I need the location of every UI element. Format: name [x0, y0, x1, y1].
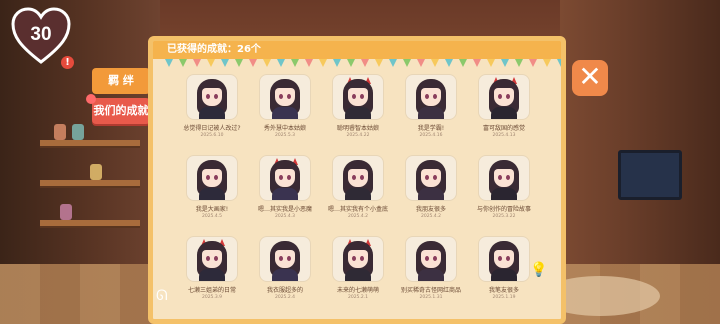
tab-achievements[interactable]: 我们的成就: [86, 94, 150, 124]
achievement-title: 秀外慧中本姑娘: [263, 125, 306, 132]
achievement-card[interactable]: 我笔友很多 2025.1.19: [471, 236, 537, 308]
achievement-title: 我衣服超多的: [266, 287, 303, 294]
character-portrait: [478, 236, 530, 282]
achievement-card[interactable]: 七濑三姐弟的日常 2025.3.9: [179, 236, 245, 308]
jar: [54, 124, 66, 140]
character-portrait: [332, 155, 384, 201]
achievement-date: 2025.4.2: [420, 214, 442, 219]
lightbulb-icon: 💡: [530, 262, 548, 278]
tab-bond[interactable]: 羁 绊: [92, 68, 150, 94]
achievements-panel: 已获得的成就：26个 总觉得日记被人改过? 2025.6.10 秀外慧中本姑娘 202…: [148, 36, 566, 324]
character-portrait: [478, 74, 530, 120]
shelf: [40, 140, 140, 146]
achievement-card[interactable]: 聪明睿智本姑娘 2025.4.22: [325, 74, 391, 146]
achievement-title: 我是学霸!: [417, 125, 445, 132]
achievement-date: 2025.4.3: [274, 214, 296, 219]
character-portrait: [332, 236, 384, 282]
achievement-date: 2025.1.31: [419, 295, 443, 300]
alert-badge[interactable]: !: [61, 56, 74, 69]
achievement-date: 2025.2.1: [347, 295, 369, 300]
achievement-title: 我是大画家!: [195, 206, 229, 213]
achievement-date: 2025.4.13: [492, 133, 516, 138]
jar: [90, 164, 102, 180]
achievement-title: 嗯…其实我有个小盒底: [327, 206, 388, 213]
tv-decoration: [618, 150, 682, 200]
achievement-card[interactable]: 富可敌国的感觉 2025.4.13: [471, 74, 537, 146]
achievement-title: 我朋友很多: [415, 206, 446, 213]
achievement-grid: 总觉得日记被人改过? 2025.6.10 秀外慧中本姑娘 2025.5.3 聪明睿智本姑…: [179, 74, 535, 308]
achievement-date: 2025.6.10: [200, 133, 224, 138]
achievement-card[interactable]: 嗯…其实我有个小盒底 2025.4.2: [325, 155, 391, 227]
character-portrait: [405, 74, 457, 120]
jar: [60, 204, 72, 220]
achievement-date: 2025.4.5: [201, 214, 223, 219]
achievement-date: 2025.3.22: [492, 214, 516, 219]
achievement-card[interactable]: 我衣服超多的 2025.2.4: [252, 236, 318, 308]
character-portrait: [186, 236, 238, 282]
character-portrait: [259, 236, 311, 282]
achievement-title: 别买稀奇古怪网红商品: [400, 287, 461, 294]
achievement-card[interactable]: 与你创作的冒险故事 2025.3.22: [471, 155, 537, 227]
achievement-card[interactable]: 秀外慧中本姑娘 2025.5.3: [252, 74, 318, 146]
achievement-card[interactable]: 嗯…其实我是小恶魔 2025.4.3: [252, 155, 318, 227]
achievement-title: 与你创作的冒险故事: [476, 206, 531, 213]
character-portrait: [478, 155, 530, 201]
achievement-card[interactable]: 未来的七濑萌萌 2025.2.1: [325, 236, 391, 308]
achievement-card[interactable]: 我朋友很多 2025.4.2: [398, 155, 464, 227]
achievement-title: 聪明睿智本姑娘: [336, 125, 379, 132]
achievement-date: 2025.3.9: [201, 295, 223, 300]
achievement-card[interactable]: 我是学霸! 2025.4.16: [398, 74, 464, 146]
achievement-title: 我笔友很多: [488, 287, 519, 294]
close-button[interactable]: ✕: [572, 60, 608, 96]
close-icon: ✕: [578, 60, 602, 93]
character-portrait: [332, 74, 384, 120]
achievement-date: 2025.4.2: [347, 214, 369, 219]
achievement-title: 七濑三姐弟的日常: [187, 287, 236, 294]
jar: [72, 124, 84, 140]
character-portrait: [405, 155, 457, 201]
character-portrait: [259, 155, 311, 201]
bunny-icon: ᘏ: [156, 288, 168, 304]
character-portrait: [405, 236, 457, 282]
achievement-date: 2025.4.22: [346, 133, 370, 138]
achievement-card[interactable]: 我是大画家! 2025.4.5: [179, 155, 245, 227]
achievement-title: 嗯…其实我是小恶魔: [257, 206, 312, 213]
achievement-date: 2025.1.19: [492, 295, 516, 300]
shelf: [40, 220, 140, 226]
panel-header: 已获得的成就：26个: [153, 41, 561, 59]
bunting-decoration: [159, 59, 561, 71]
achievement-card[interactable]: 总觉得日记被人改过? 2025.6.10: [179, 74, 245, 146]
achievement-title: 未来的七濑萌萌: [336, 287, 379, 294]
achievement-card[interactable]: 别买稀奇古怪网红商品 2025.1.31: [398, 236, 464, 308]
heart-count: 30: [30, 24, 52, 45]
achievement-date: 2025.5.3: [274, 133, 296, 138]
character-portrait: [186, 155, 238, 201]
shelf: [40, 180, 140, 186]
achievement-title: 总觉得日记被人改过?: [183, 125, 241, 132]
achievement-date: 2025.2.4: [274, 295, 296, 300]
character-portrait: [186, 74, 238, 120]
character-portrait: [259, 74, 311, 120]
achievement-title: 富可敌国的感觉: [482, 125, 525, 132]
achievement-date: 2025.4.16: [419, 133, 443, 138]
